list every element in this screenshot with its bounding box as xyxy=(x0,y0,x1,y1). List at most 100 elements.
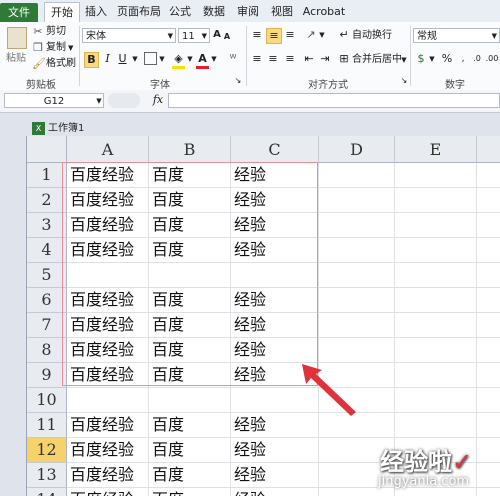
chevron-down-icon[interactable]: ▼ xyxy=(94,94,104,108)
cell-f1[interactable] xyxy=(477,163,500,188)
cell-d2[interactable] xyxy=(319,188,395,213)
cell-b11[interactable]: 百度 xyxy=(149,413,231,438)
cell-f7[interactable] xyxy=(477,313,500,338)
name-box[interactable]: G12 xyxy=(4,93,104,108)
column-header-b[interactable]: B xyxy=(149,136,231,163)
column-header-d[interactable]: D xyxy=(319,136,395,163)
tab-page-layout[interactable]: 页面布局 xyxy=(116,2,162,21)
row-header[interactable]: 4 xyxy=(27,238,67,263)
orientation-icon[interactable]: ↗ xyxy=(304,28,318,42)
cell-b4[interactable]: 百度 xyxy=(149,238,231,263)
cell-e7[interactable] xyxy=(395,313,477,338)
number-format-select[interactable]: 常规 ▼ xyxy=(413,28,500,43)
copy-dropdown-icon[interactable]: ▼ xyxy=(68,42,73,54)
tab-view[interactable]: 视图 xyxy=(268,2,296,21)
tab-formulas[interactable]: 公式 xyxy=(166,2,194,21)
underline-icon[interactable]: U xyxy=(116,52,129,66)
cell-a12[interactable]: 百度经验 xyxy=(67,438,149,463)
italic-icon[interactable]: I xyxy=(101,52,114,66)
cell-b12[interactable]: 百度 xyxy=(149,438,231,463)
cell-e10[interactable] xyxy=(395,388,477,413)
wrap-text-button[interactable]: 自动换行 xyxy=(352,30,392,42)
row-header[interactable]: 6 xyxy=(27,288,67,313)
row-header[interactable]: 11 xyxy=(27,413,67,438)
row-header[interactable]: 14 xyxy=(27,488,67,496)
cut-button[interactable]: 剪切 xyxy=(46,26,66,38)
row-header[interactable]: 7 xyxy=(27,313,67,338)
cell-d4[interactable] xyxy=(319,238,395,263)
paste-button[interactable]: 粘贴 xyxy=(2,24,30,74)
grow-font-icon[interactable]: A xyxy=(212,28,222,42)
cell-c13[interactable]: 经验 xyxy=(231,463,319,488)
decrease-indent-icon[interactable]: ⇤ xyxy=(302,52,316,66)
cell-c7[interactable]: 经验 xyxy=(231,313,319,338)
increase-decimal-icon[interactable]: .0 xyxy=(470,52,484,66)
cell-f11[interactable] xyxy=(477,413,500,438)
comma-style-icon[interactable]: , xyxy=(456,52,470,66)
align-center-icon[interactable]: ≡ xyxy=(266,52,280,66)
align-left-icon[interactable]: ≡ xyxy=(250,52,264,66)
merge-center-button[interactable]: 合并后居中 xyxy=(352,54,402,66)
row-header[interactable]: 9 xyxy=(27,363,67,388)
tab-acrobat[interactable]: Acrobat xyxy=(302,2,346,21)
cell-e3[interactable] xyxy=(395,213,477,238)
cell-e1[interactable] xyxy=(395,163,477,188)
cell-d6[interactable] xyxy=(319,288,395,313)
align-top-icon[interactable]: ≡ xyxy=(250,28,264,42)
bold-icon[interactable]: B xyxy=(84,52,99,68)
cell-f5[interactable] xyxy=(477,263,500,288)
row-header[interactable]: 8 xyxy=(27,338,67,363)
borders-icon[interactable] xyxy=(144,52,157,65)
cell-e8[interactable] xyxy=(395,338,477,363)
cell-a2[interactable]: 百度经验 xyxy=(67,188,149,213)
cell-c14[interactable]: 经验 xyxy=(231,488,319,496)
cell-a7[interactable]: 百度经验 xyxy=(67,313,149,338)
select-all-corner[interactable] xyxy=(27,136,67,163)
cell-f9[interactable] xyxy=(477,363,500,388)
font-color-icon[interactable]: A xyxy=(196,52,209,69)
cell-b8[interactable]: 百度 xyxy=(149,338,231,363)
cell-f10[interactable] xyxy=(477,388,500,413)
chevron-down-icon[interactable]: ▼ xyxy=(400,53,408,67)
cell-a13[interactable]: 百度经验 xyxy=(67,463,149,488)
cell-a5[interactable] xyxy=(67,263,149,288)
cell-c6[interactable]: 经验 xyxy=(231,288,319,313)
cell-e9[interactable] xyxy=(395,363,477,388)
shrink-font-icon[interactable]: A xyxy=(222,30,232,44)
cell-c2[interactable]: 经验 xyxy=(231,188,319,213)
cell-e11[interactable] xyxy=(395,413,477,438)
tab-file[interactable]: 文件 xyxy=(0,3,38,22)
cell-a4[interactable]: 百度经验 xyxy=(67,238,149,263)
chevron-down-icon[interactable]: ▼ xyxy=(158,52,166,66)
cell-b13[interactable]: 百度 xyxy=(149,463,231,488)
cell-d5[interactable] xyxy=(319,263,395,288)
percent-icon[interactable]: % xyxy=(440,52,454,66)
decrease-decimal-icon[interactable]: .00 xyxy=(485,52,499,66)
cell-b9[interactable]: 百度 xyxy=(149,363,231,388)
tab-insert[interactable]: 插入 xyxy=(82,2,110,21)
chevron-down-icon[interactable]: ▼ xyxy=(131,52,139,66)
cell-c5[interactable] xyxy=(231,263,319,288)
tab-data[interactable]: 数据 xyxy=(200,2,228,21)
cell-e5[interactable] xyxy=(395,263,477,288)
insert-function-icon[interactable]: fx xyxy=(150,93,166,107)
currency-icon[interactable]: $ xyxy=(414,52,428,66)
cell-f6[interactable] xyxy=(477,288,500,313)
row-header[interactable]: 2 xyxy=(27,188,67,213)
cell-a11[interactable]: 百度经验 xyxy=(67,413,149,438)
cell-d1[interactable] xyxy=(319,163,395,188)
align-bottom-icon[interactable]: ≡ xyxy=(283,28,297,42)
cell-a1[interactable]: 百度经验 xyxy=(67,163,149,188)
cell-c3[interactable]: 经验 xyxy=(231,213,319,238)
font-name-select[interactable]: 宋体 ▼ xyxy=(82,28,176,43)
column-header-a[interactable]: A xyxy=(67,136,149,163)
cell-f3[interactable] xyxy=(477,213,500,238)
cell-e4[interactable] xyxy=(395,238,477,263)
format-painter-button[interactable]: 格式刷 xyxy=(46,58,76,70)
cell-b5[interactable] xyxy=(149,263,231,288)
cell-f4[interactable] xyxy=(477,238,500,263)
cell-a9[interactable]: 百度经验 xyxy=(67,363,149,388)
cell-c1[interactable]: 经验 xyxy=(231,163,319,188)
cell-a10[interactable] xyxy=(67,388,149,413)
cell-f2[interactable] xyxy=(477,188,500,213)
